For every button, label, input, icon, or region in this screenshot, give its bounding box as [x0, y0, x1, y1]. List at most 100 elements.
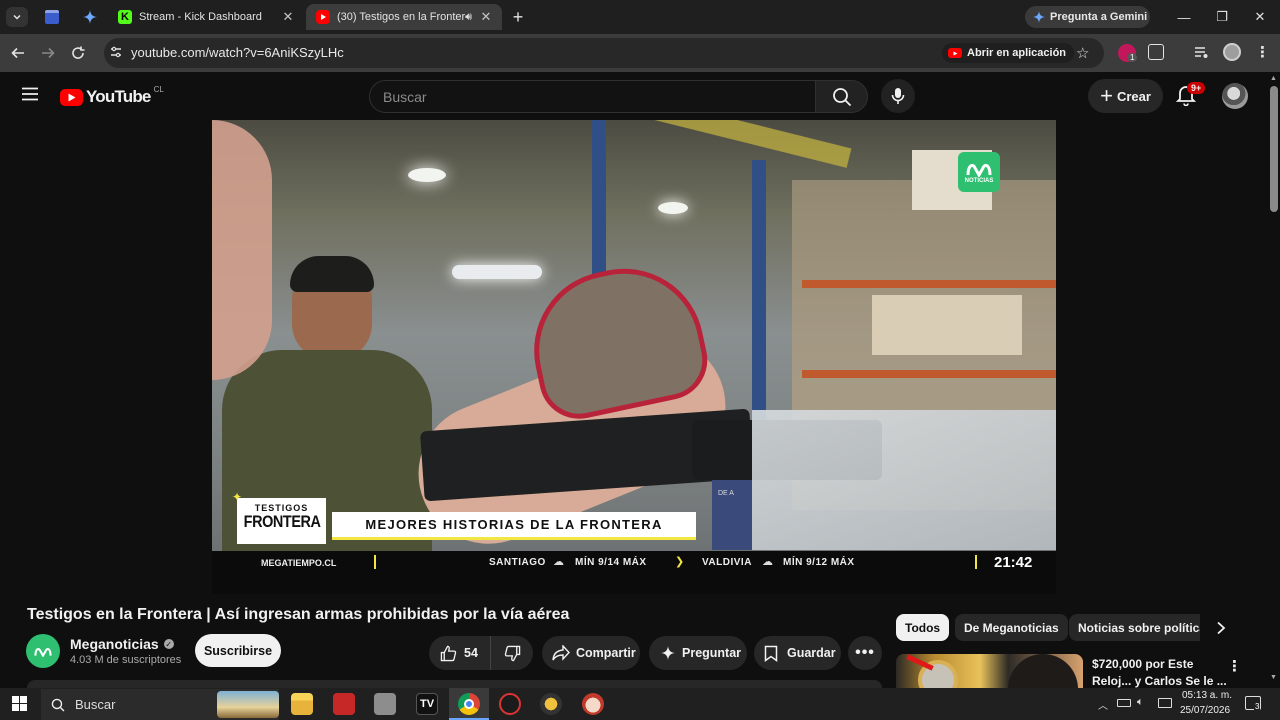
app-icon-dark[interactable]	[499, 693, 521, 715]
arrow-right-icon	[42, 47, 55, 59]
media-control-icon[interactable]	[1193, 44, 1209, 60]
more-horizontal-icon: •••	[855, 644, 875, 661]
app-icon-gold[interactable]	[540, 693, 562, 715]
lower-third-bar: MEJORES HISTORIAS DE LA FRONTERA	[332, 512, 696, 540]
new-tab-button[interactable]: +	[508, 7, 528, 27]
description-box[interactable]	[27, 680, 882, 688]
taskbar-search-label: Buscar	[75, 697, 116, 712]
battery-icon[interactable]	[1117, 699, 1131, 707]
save-button[interactable]: Guardar	[754, 636, 841, 670]
app-icon-mascot[interactable]	[582, 693, 604, 715]
cardboard-box: DE A	[712, 480, 752, 550]
scroll-down-arrow[interactable]: ▼	[1270, 674, 1277, 681]
recommendation-menu-icon[interactable]: ⋮	[1227, 657, 1242, 675]
app-icon-gray[interactable]	[374, 693, 396, 715]
account-avatar[interactable]	[1222, 83, 1248, 109]
recommendation-title-line-2[interactable]: Reloj... y Carlos Se le ...	[1092, 674, 1227, 688]
taskbar-time[interactable]: 05:13 a. m.	[1182, 690, 1232, 701]
cloud-icon: ☁︎	[553, 556, 564, 568]
lower-third-text: MEJORES HISTORIAS DE LA FRONTERA	[365, 517, 663, 532]
search-icon	[832, 87, 851, 106]
hamburger-menu-icon[interactable]	[21, 87, 39, 101]
recommendation-thumbnail[interactable]	[896, 654, 1083, 688]
tab-pinned-1[interactable]	[36, 4, 68, 30]
search-button[interactable]	[815, 80, 868, 113]
taskbar-search[interactable]: Buscar	[41, 689, 279, 720]
subscribe-button[interactable]: Suscribirse	[195, 634, 281, 667]
bookmark-star-icon[interactable]: ☆	[1076, 44, 1089, 62]
notification-center-button[interactable]: 3	[1245, 696, 1261, 711]
maximize-button[interactable]: ❐	[1203, 0, 1241, 34]
recommendation-title-line-1[interactable]: $720,000 por Este	[1092, 657, 1193, 671]
forward-button[interactable]	[38, 43, 58, 63]
minimize-button[interactable]: —	[1165, 0, 1203, 34]
network-icon[interactable]	[1158, 698, 1172, 708]
reload-button[interactable]	[68, 43, 88, 63]
chip-politics[interactable]: Noticias sobre política	[1069, 614, 1200, 641]
notification-count-badge: 9+	[1187, 82, 1206, 94]
url-text[interactable]: youtube.com/watch?v=6AniKSzyLHc	[131, 45, 344, 60]
ticker-divider	[374, 555, 376, 569]
like-button[interactable]: 54	[429, 636, 491, 670]
meganoticias-logo: NOTICIAS	[958, 152, 1000, 192]
news-ticker: MEGATIEMPO.CL SANTIAGO ☁︎ MÍN 9/14 MÁX ❯…	[212, 551, 1056, 594]
gemini-button[interactable]: Pregunta a Gemini	[1025, 6, 1150, 28]
gemini-icon	[1033, 11, 1045, 23]
close-icon[interactable]: ✕	[280, 9, 296, 25]
windows-start-button[interactable]	[12, 696, 27, 711]
chevron-down-icon	[13, 14, 21, 20]
youtube-logo-text: YouTube	[86, 87, 151, 106]
extensions-puzzle-icon[interactable]	[1148, 44, 1164, 60]
tab-pinned-2[interactable]	[74, 4, 106, 30]
back-button[interactable]	[8, 43, 28, 63]
chip-all[interactable]: Todos	[896, 614, 950, 641]
file-explorer-icon[interactable]	[291, 693, 313, 715]
chrome-taskbar-button[interactable]	[449, 688, 489, 720]
ticker-city-2-temp: MÍN 9/12 MÁX	[783, 557, 855, 568]
more-actions-button[interactable]: •••	[848, 636, 882, 670]
site-info-icon[interactable]	[108, 44, 124, 60]
chip-label: Todos	[905, 620, 941, 635]
voice-search-button[interactable]	[881, 79, 915, 113]
channel-name[interactable]: Meganoticias ✓	[70, 636, 174, 652]
box-text: DE A	[718, 490, 734, 497]
subscribe-label: Suscribirse	[203, 643, 273, 658]
tab-search-button[interactable]	[6, 7, 28, 27]
chip-meganoticias[interactable]: De Meganoticias	[955, 614, 1068, 641]
plastic-wrap	[752, 410, 1056, 550]
video-player[interactable]: DE A NOTICIAS TESTIGOS FRONTERA ✦ MEJORE…	[212, 120, 1056, 594]
youtube-logo[interactable]: YouTube CL	[60, 85, 164, 107]
sparkle-icon	[661, 646, 675, 660]
dislike-button[interactable]	[491, 636, 533, 670]
close-window-button[interactable]: ✕	[1241, 0, 1279, 34]
tradingview-icon[interactable]: TV	[416, 693, 438, 715]
share-button[interactable]: Compartir	[542, 636, 640, 670]
scroll-up-arrow[interactable]: ▲	[1270, 75, 1277, 82]
scrollbar-thumb[interactable]	[1270, 86, 1278, 212]
search-icon	[51, 698, 65, 711]
megan-icon	[966, 163, 992, 177]
taskbar-date[interactable]: 25/07/2026	[1180, 705, 1230, 716]
profile-avatar[interactable]	[1223, 43, 1241, 61]
ticker-city-1-temp: MÍN 9/14 MÁX	[575, 557, 647, 568]
ask-button[interactable]: Preguntar	[649, 636, 747, 670]
chips-next-button[interactable]	[1208, 614, 1234, 641]
tab-kick-dashboard[interactable]: K Stream - Kick Dashboard ✕	[108, 4, 304, 30]
open-in-app-button[interactable]: Abrir en aplicación	[942, 43, 1075, 63]
close-icon[interactable]: ✕	[478, 9, 494, 25]
extension-avatar[interactable]: 1	[1118, 44, 1138, 62]
chevron-right-icon	[1217, 621, 1226, 634]
create-button[interactable]: + Crear	[1088, 79, 1163, 113]
ceiling-lights	[408, 168, 446, 182]
channel-avatar[interactable]	[26, 634, 60, 668]
tab-youtube-video[interactable]: (30) Testigos en la Frontera 🔊︎ ✕	[306, 4, 502, 30]
speaker-icon[interactable]: 🔊︎	[465, 11, 472, 24]
tray-chevron-up-icon[interactable]: ︿	[1098, 697, 1108, 712]
app-icon-red[interactable]	[333, 693, 355, 715]
notifications-button[interactable]: 9+	[1175, 82, 1206, 108]
gemini-icon	[83, 10, 97, 24]
page-scrollbar[interactable]: ▲ ▼	[1268, 72, 1280, 688]
volume-icon[interactable]: 🔈︎	[1137, 696, 1144, 709]
browser-menu-icon[interactable]: ⋮	[1255, 43, 1270, 61]
search-input[interactable]: Buscar	[369, 80, 816, 113]
